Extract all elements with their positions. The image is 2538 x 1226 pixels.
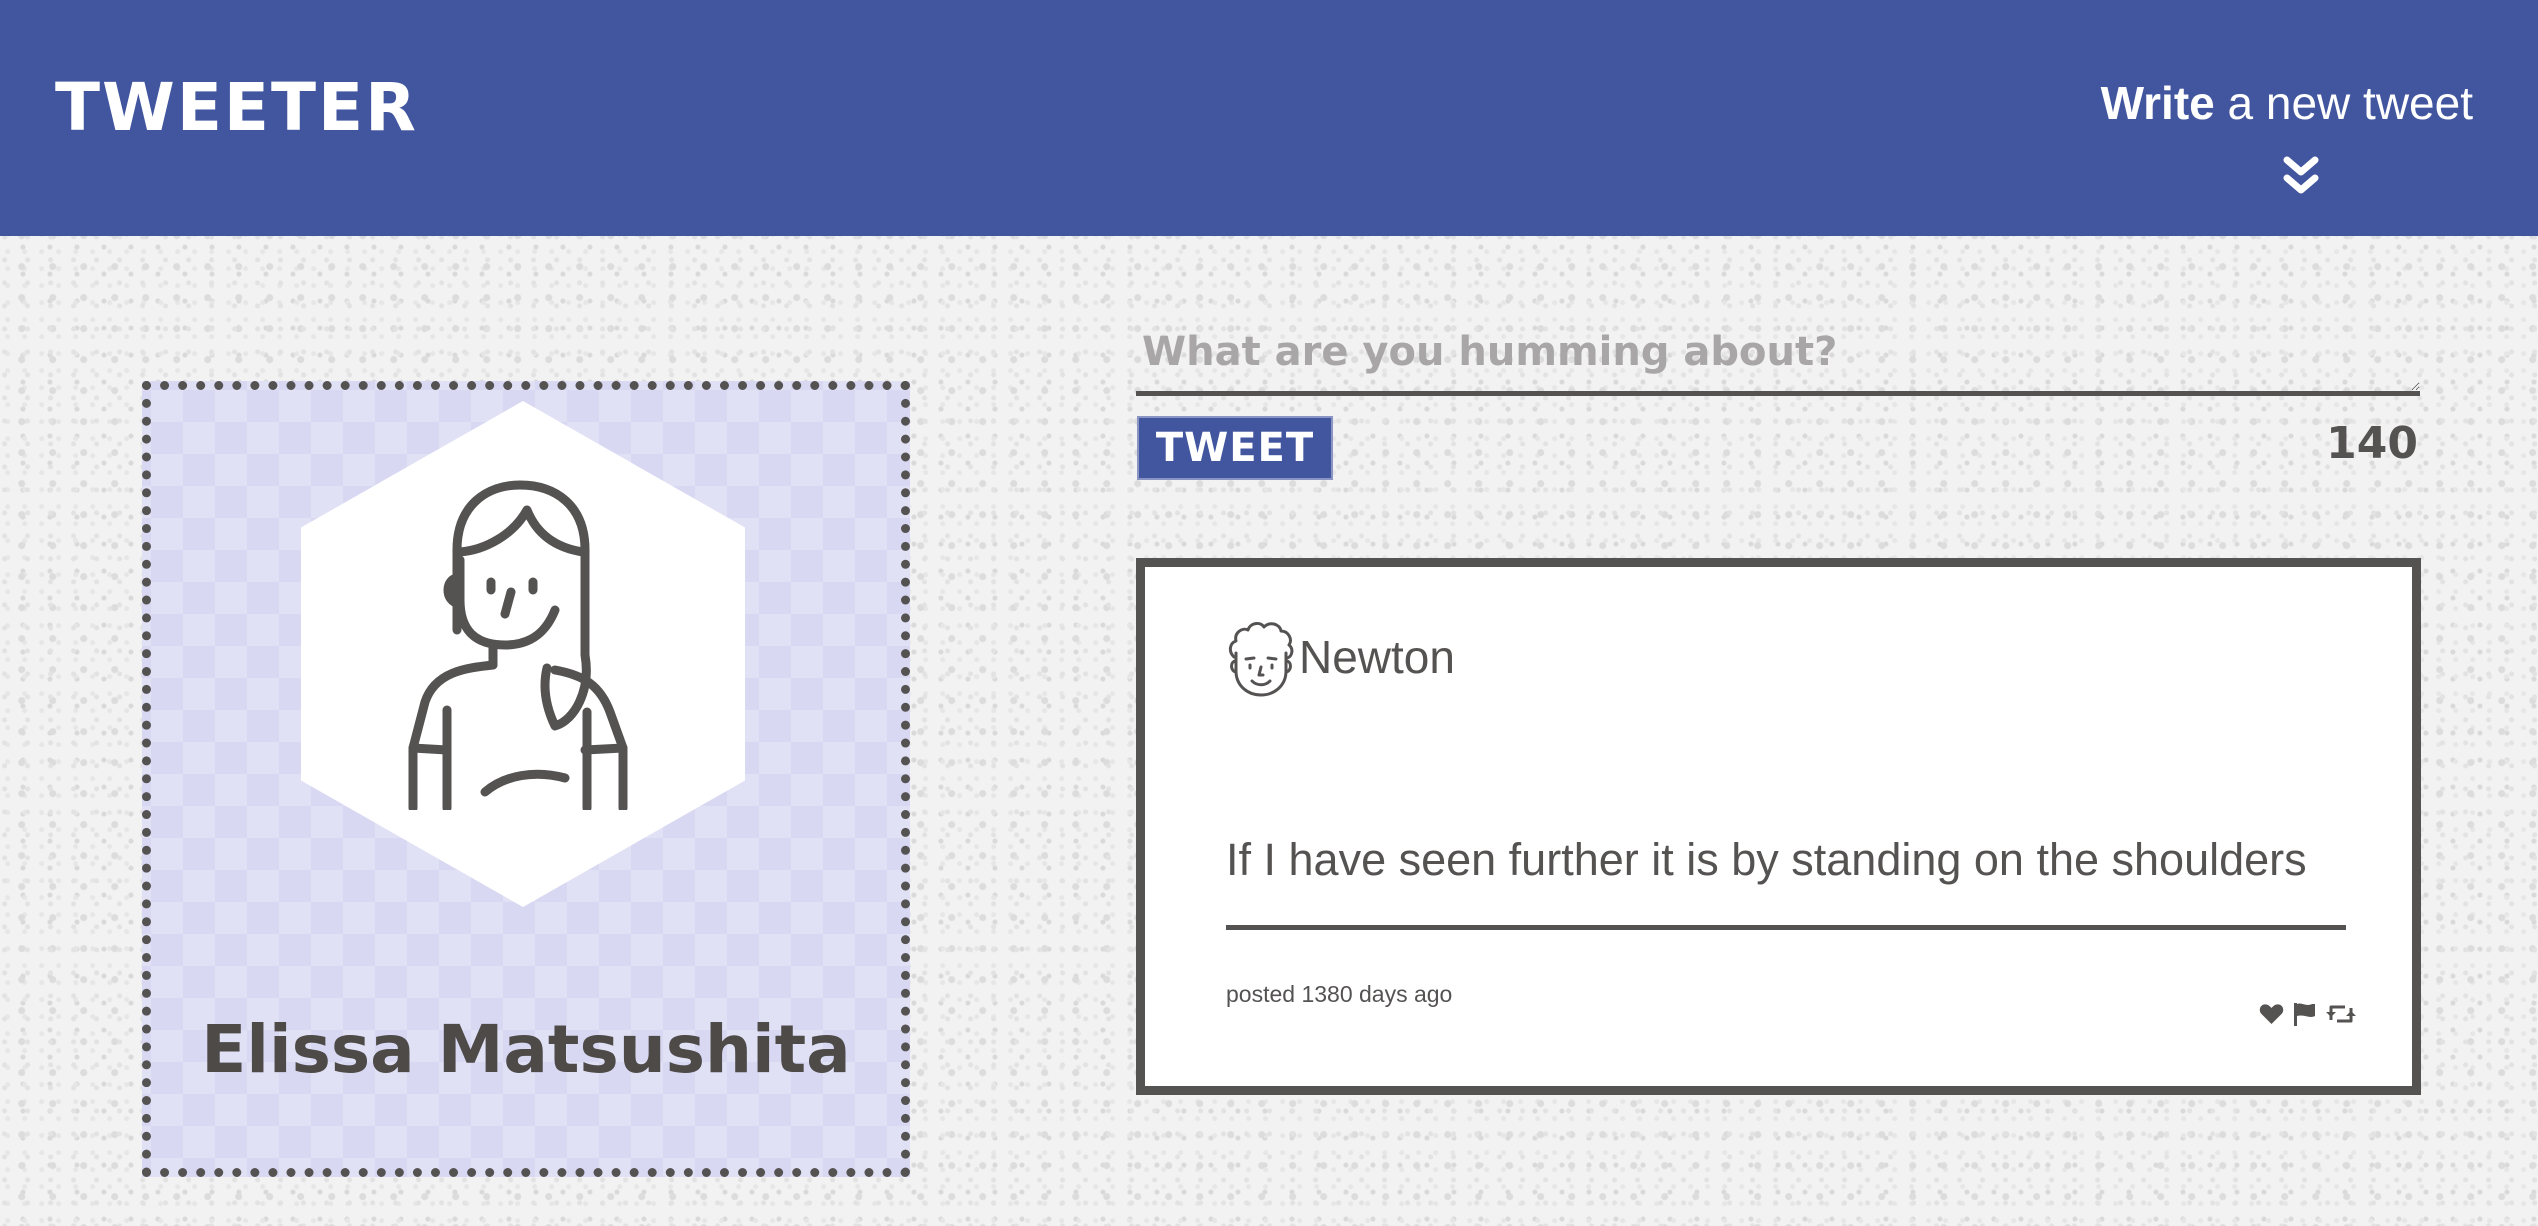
profile-name: Elissa Matsushita: [201, 1011, 851, 1088]
write-label-rest: a new tweet: [2214, 77, 2474, 129]
tweet-text: If I have seen further it is by standing…: [1226, 834, 2307, 894]
write-new-tweet-label: Write a new tweet: [2053, 70, 2473, 136]
tweet-author-name: Newton: [1299, 631, 1455, 683]
write-label-bold: Write: [2100, 77, 2215, 129]
tweet-submit-button[interactable]: TWEET: [1137, 416, 1333, 480]
top-navbar: TWEETER Write a new tweet: [0, 0, 2538, 236]
flag-icon[interactable]: [2292, 1002, 2317, 1026]
app-logo: TWEETER: [55, 69, 418, 146]
tweet-text-input[interactable]: [1136, 316, 2420, 396]
heart-icon[interactable]: [2259, 1003, 2284, 1025]
tweet-card: Newton If I have seen further it is by s…: [1136, 558, 2421, 1095]
tweet-divider: [1226, 925, 2346, 930]
profile-card: Elissa Matsushita: [142, 381, 910, 1177]
write-new-tweet-toggle[interactable]: Write a new tweet: [2053, 70, 2473, 210]
tweet-actions: [2259, 999, 2357, 1029]
double-chevron-down-icon[interactable]: [2283, 156, 2319, 198]
retweet-icon[interactable]: [2325, 1002, 2357, 1026]
curly-hair-man-avatar-icon: [1228, 621, 1294, 697]
woman-avatar-icon: [408, 480, 628, 810]
character-counter: 140: [2326, 418, 2418, 469]
tweet-timestamp: posted 1380 days ago: [1226, 981, 1453, 1007]
